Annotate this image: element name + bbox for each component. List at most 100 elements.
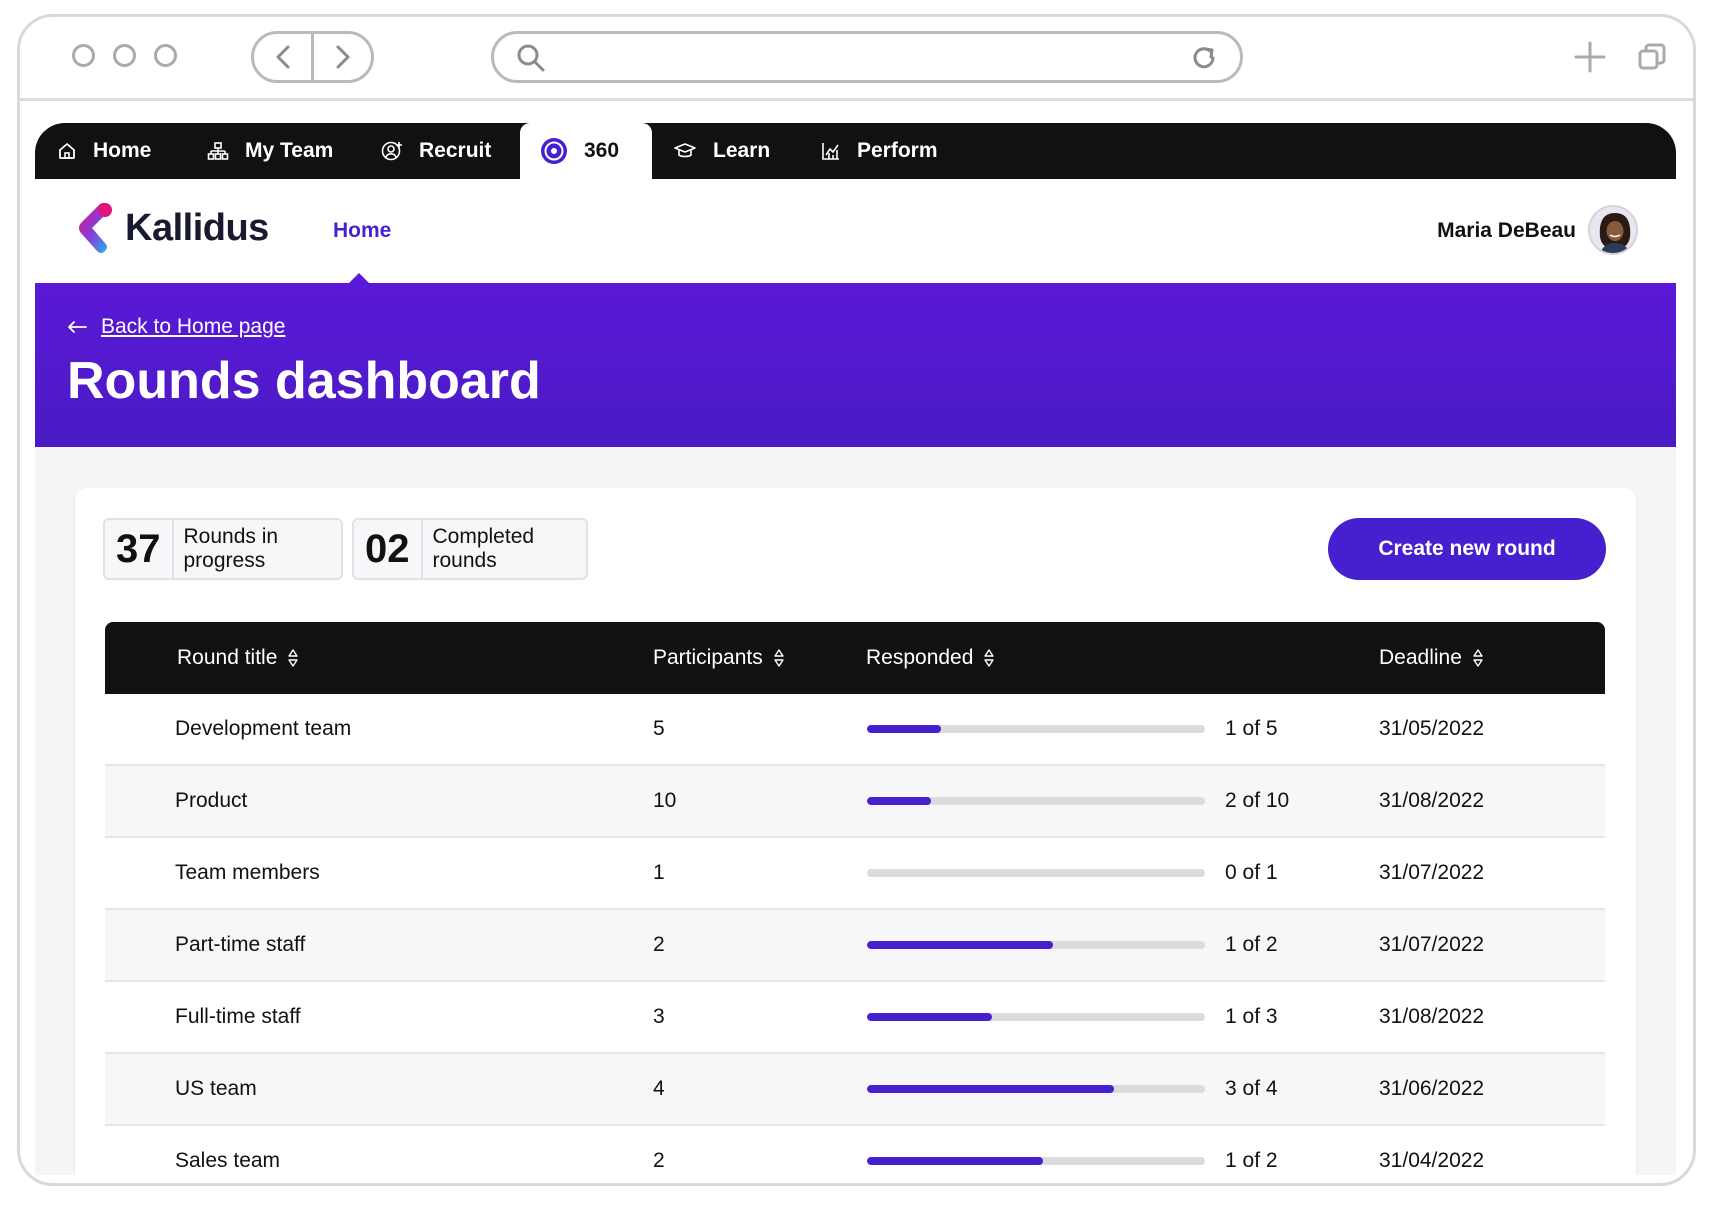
participants-count: 1 [653,861,665,884]
back-arrow-icon[interactable] [254,34,311,80]
table-row[interactable]: Sales team 2 1 of 2 31/04/2022 [105,1126,1605,1175]
participants-count: 4 [653,1077,665,1100]
table-row[interactable]: Product 10 2 of 10 31/08/2022 [105,766,1605,838]
deadline-date: 31/08/2022 [1379,789,1485,812]
nav-item-label: Recruit [419,139,492,162]
nav-item-my-team[interactable]: My Team [207,123,333,179]
responded-count: 3 of 4 [1225,1077,1278,1100]
tabs-icon[interactable] [1638,43,1666,71]
nav-item-label: Home [93,139,152,162]
round-title: US team [175,1077,257,1100]
kallidus-logo-icon [79,203,112,253]
minimize-window-icon[interactable] [113,44,136,67]
rounds-card: 37 Rounds in progress 02 Completed round… [75,488,1636,1175]
deadline-date: 31/07/2022 [1379,861,1485,884]
address-bar[interactable] [491,31,1243,83]
column-responded[interactable]: Responded [866,622,995,694]
response-progress-bar [867,1157,1205,1165]
table-row[interactable]: Part-time staff 2 1 of 2 31/07/2022 [105,910,1605,982]
product-nav: Home My Team Recruit 360 Learn Perform [35,123,1676,179]
plus-icon[interactable] [1574,41,1606,73]
column-label: Participants [653,646,763,669]
browser-window: Home My Team Recruit 360 Learn Perform K… [17,14,1696,1186]
nav-item-home[interactable]: Home [57,123,151,179]
response-progress-fill [867,941,1053,949]
responded-count: 1 of 5 [1225,717,1278,740]
response-progress-bar [867,725,1205,733]
forward-arrow-icon[interactable] [311,34,371,80]
deadline-date: 31/05/2022 [1379,717,1485,740]
stat-value: 37 [105,520,174,578]
target-icon [541,138,567,164]
stat-completed-rounds: 02 Completed rounds [352,518,588,580]
stat-value: 02 [354,520,423,578]
column-label: Responded [866,646,974,669]
table-body: Development team 5 1 of 5 31/05/2022 Product… [105,694,1605,1175]
sort-icon [288,649,299,667]
participants-count: 2 [653,1149,665,1172]
maximize-window-icon[interactable] [154,44,177,67]
participants-count: 2 [653,933,665,956]
active-nav-indicator [349,273,369,283]
back-link[interactable]: Back to Home page [67,315,285,339]
column-label: Deadline [1379,646,1462,669]
column-label: Round title [177,646,278,669]
deadline-date: 31/04/2022 [1379,1149,1485,1172]
graduation-cap-icon [674,143,696,158]
create-new-round-button[interactable]: Create new round [1328,518,1606,580]
home-icon [59,143,75,159]
page-title: Rounds dashboard [67,352,541,410]
page-hero: Back to Home page Rounds dashboard [35,283,1676,447]
round-title: Sales team [175,1149,281,1172]
user-name[interactable]: Maria DeBeau [1437,219,1576,243]
responded-count: 1 of 2 [1225,1149,1278,1172]
response-progress-fill [867,797,932,805]
recruit-icon [381,141,402,161]
table-row[interactable]: Full-time staff 3 1 of 3 31/08/2022 [105,982,1605,1054]
close-window-icon[interactable] [72,44,95,67]
back-link-label: Back to Home page [101,315,286,338]
column-deadline[interactable]: Deadline [1379,622,1484,694]
team-icon [207,142,229,160]
response-progress-bar [867,941,1205,949]
kallidus-logo[interactable]: Kallidus [75,201,269,255]
deadline-date: 31/07/2022 [1379,933,1485,956]
responded-count: 0 of 1 [1225,861,1278,884]
nav-item-learn[interactable]: Learn [673,123,770,179]
rounds-table: Round title Participants Responded Deadl… [105,622,1605,1175]
table-row[interactable]: Team members 1 0 of 1 31/07/2022 [105,838,1605,910]
browser-toolbar [20,17,1693,101]
response-progress-bar [867,869,1205,877]
app-viewport: Home My Team Recruit 360 Learn Perform K… [35,123,1676,1175]
responded-count: 1 of 3 [1225,1005,1278,1028]
column-round-title[interactable]: Round title [177,622,299,694]
nav-item-label: 360 [584,139,620,162]
table-row[interactable]: Development team 5 1 of 5 31/05/2022 [105,694,1605,766]
nav-item-360[interactable]: 360 [520,123,652,179]
nav-item-recruit[interactable]: Recruit [381,123,491,179]
stat-rounds-in-progress: 37 Rounds in progress [103,518,343,580]
sort-icon [774,649,784,667]
response-progress-fill [867,1085,1114,1093]
nav-item-perform[interactable]: Perform [821,123,938,179]
response-progress-bar [867,1085,1205,1093]
reload-icon[interactable] [1190,44,1218,72]
responded-count: 1 of 2 [1225,933,1278,956]
table-row[interactable]: US team 4 3 of 4 31/06/2022 [105,1054,1605,1126]
table-header: Round title Participants Responded Deadl… [105,622,1605,694]
participants-count: 10 [653,789,677,812]
nav-item-label: Perform [857,139,938,162]
app-header: Kallidus Home Maria DeBeau [35,179,1676,283]
chart-icon [822,143,839,160]
search-icon [517,44,545,72]
participants-count: 3 [653,1005,665,1028]
avatar[interactable] [1588,205,1638,255]
round-title: Part-time staff [175,933,306,956]
response-progress-fill [867,725,942,733]
header-nav-home[interactable]: Home [333,219,391,243]
column-participants[interactable]: Participants [653,622,785,694]
logo-text: Kallidus [125,206,269,249]
deadline-date: 31/06/2022 [1379,1077,1485,1100]
round-title: Full-time staff [175,1005,301,1028]
round-title: Product [175,789,248,812]
